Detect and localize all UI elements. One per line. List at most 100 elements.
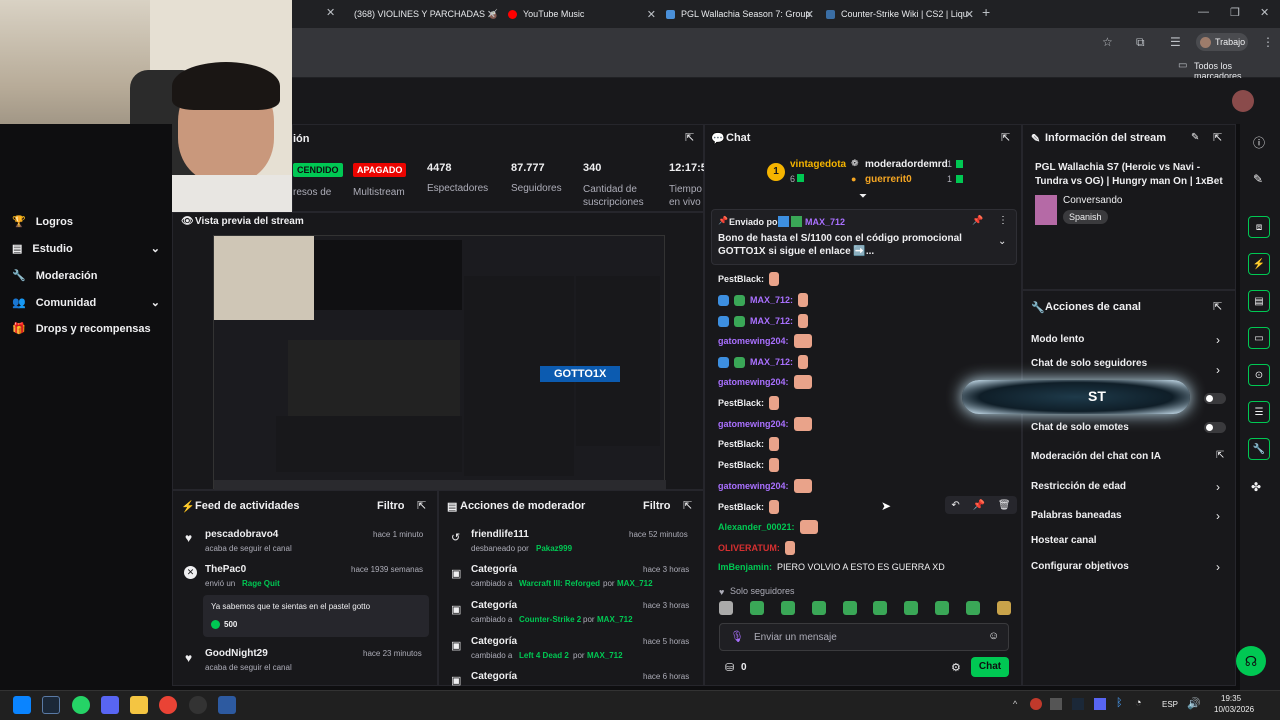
minimize-icon[interactable]: — — [1198, 6, 1209, 18]
leaderboard-user[interactable]: moderadordemrd — [865, 159, 948, 170]
action-banned-words[interactable]: Palabras baneadas — [1031, 510, 1122, 521]
sidebar-item-comunidad[interactable]: 👥 Comunidad ⌄ — [12, 296, 160, 310]
chat-username[interactable]: PestBlack: — [718, 398, 764, 408]
action-followers-only[interactable]: Chat de solo seguidores — [1031, 358, 1147, 369]
activity-link[interactable]: Rage Quit — [242, 579, 280, 588]
broadcast-icon[interactable]: ⊙ — [1248, 364, 1270, 386]
chat-send-button[interactable]: Chat — [971, 657, 1009, 677]
moderator-link[interactable]: MAX_712 — [597, 615, 633, 624]
star-icon[interactable]: ☆ — [1102, 35, 1113, 49]
chrome-icon[interactable] — [159, 696, 177, 714]
chat-username[interactable]: gatomewing204: — [718, 336, 789, 346]
close-icon[interactable]: ✕ — [805, 8, 814, 21]
chat-username[interactable]: Alexander_00021: — [718, 522, 795, 532]
chevron-up-icon[interactable]: ^ — [1013, 699, 1017, 709]
toggle-switch[interactable] — [1204, 422, 1226, 433]
settings-icon[interactable]: ⚙ — [951, 661, 961, 674]
chat-username[interactable]: gatomewing204: — [718, 419, 789, 429]
user-avatar[interactable] — [1232, 90, 1254, 112]
windows-start-icon[interactable] — [13, 696, 31, 714]
game-link[interactable]: Left 4 Dead 2 — [519, 651, 569, 660]
chat-username[interactable]: gatomewing204: — [718, 481, 789, 491]
modaction-user[interactable]: friendlife111 — [471, 529, 529, 540]
close-icon[interactable]: ✕ — [487, 8, 496, 21]
extensions-icon[interactable]: ✤ — [1251, 480, 1261, 494]
stream-video[interactable]: GOTTO1X — [213, 235, 666, 490]
filter-button[interactable]: Filtro — [643, 500, 671, 512]
list-icon[interactable]: ☰ — [1248, 401, 1270, 423]
chat-username[interactable]: MAX_712: — [750, 316, 793, 326]
browser-tab[interactable]: Counter-Strike Wiki | CS2 | Liqu ✕ — [826, 4, 974, 24]
reply-icon[interactable]: ↶ — [951, 500, 959, 511]
moderator-link[interactable]: MAX_712 — [587, 651, 623, 660]
chat-input[interactable]: 🎙 Enviar un mensaje ☺ — [719, 623, 1009, 651]
chat-username[interactable]: MAX_712: — [750, 357, 793, 367]
close-window-icon[interactable]: ✕ — [1260, 6, 1269, 19]
tab-search-icon[interactable]: ☰ — [1170, 35, 1181, 49]
wrench-icon[interactable]: 🔧 — [1248, 438, 1270, 460]
pinned-user[interactable]: MAX_712 — [805, 217, 845, 227]
chat-username[interactable]: MAX_712: — [750, 295, 793, 305]
activity-user[interactable]: GoodNight29 — [205, 648, 268, 659]
tray-icon[interactable] — [1072, 698, 1084, 710]
file-explorer-icon[interactable] — [130, 696, 148, 714]
trash-icon[interactable]: 🗑 — [998, 500, 1011, 511]
action-emote-only[interactable]: Chat de solo emotes — [1031, 422, 1129, 433]
sidebar-item-moderacion[interactable]: 🔧 Moderación — [12, 269, 97, 283]
emote-icon[interactable] — [780, 601, 795, 615]
collapse-icon[interactable]: ⏷ — [859, 191, 867, 202]
moderator-link[interactable]: Pakaz999 — [536, 544, 572, 553]
mic-icon[interactable]: 🎙 — [730, 630, 744, 643]
edit-icon[interactable]: ✎ — [1191, 132, 1199, 143]
profile-button[interactable]: Trabajo — [1196, 33, 1248, 51]
browser-tab[interactable]: PGL Wallachia Season 7: Group ✕ — [666, 4, 814, 24]
popout-icon[interactable]: ⇱ — [1213, 131, 1222, 144]
document-icon[interactable]: ▤ — [1248, 290, 1270, 312]
info-icon[interactable]: ⓘ — [1253, 134, 1265, 151]
chat-username[interactable]: ImBenjamin: — [718, 562, 772, 572]
emote-icon[interactable] — [966, 601, 980, 615]
app-icon[interactable] — [218, 696, 236, 714]
popout-icon[interactable]: ⇱ — [417, 499, 426, 512]
discord-icon[interactable] — [101, 696, 119, 714]
filter-button[interactable]: Filtro — [377, 500, 405, 512]
steam-icon[interactable] — [42, 696, 60, 714]
popout-icon[interactable]: ⇱ — [1213, 300, 1222, 313]
pin-icon[interactable]: 📌 — [972, 215, 983, 226]
leaderboard-user[interactable]: guerrerit0 — [865, 174, 912, 185]
tray-icon[interactable] — [1030, 698, 1042, 710]
activity-user[interactable]: ThePac0 — [205, 564, 246, 575]
channel-points-icon[interactable]: ⛁ — [725, 661, 734, 674]
chat-username[interactable]: PestBlack: — [718, 502, 764, 512]
emoji-icon[interactable]: ☺ — [988, 630, 999, 642]
wifi-icon[interactable]: ◔ — [1135, 697, 1142, 709]
pin-icon[interactable]: 📌 — [973, 500, 985, 511]
menu-icon[interactable]: ⋮ — [1262, 35, 1274, 49]
clock-time[interactable]: 19:35 — [1221, 694, 1241, 703]
pencil-icon[interactable]: ✎ — [1253, 172, 1263, 186]
chat-username[interactable]: gatomewing204: — [718, 377, 789, 387]
action-host-channel[interactable]: Hostear canal — [1031, 535, 1097, 546]
emote-icon[interactable] — [719, 601, 733, 615]
toggle-switch[interactable] — [1204, 393, 1226, 404]
clock-date[interactable]: 10/03/2026 — [1214, 705, 1254, 714]
sidebar-item-estudio[interactable]: ▤ Estudio ⌄ — [12, 242, 160, 256]
action-slow-mode[interactable]: Modo lento — [1031, 334, 1084, 345]
chat-username[interactable]: PestBlack: — [718, 274, 764, 284]
more-icon[interactable]: ⋮ — [998, 215, 1008, 226]
emote-icon[interactable] — [873, 601, 888, 615]
emote-icon[interactable] — [749, 601, 764, 615]
browser-tab[interactable]: YouTube Music ✕ — [508, 4, 656, 24]
sidebar-item-drops[interactable]: 🎁 Drops y recompensas — [12, 322, 151, 336]
action-age-restriction[interactable]: Restricción de edad — [1031, 481, 1126, 492]
emote-icon[interactable] — [904, 601, 919, 615]
emote-icon[interactable] — [996, 601, 1011, 615]
close-icon[interactable]: ✕ — [965, 8, 974, 21]
popout-icon[interactable]: ⇱ — [1001, 131, 1010, 144]
activity-user[interactable]: pescadobravo4 — [205, 529, 278, 540]
stream-category[interactable]: Conversando — [1063, 195, 1122, 206]
close-icon[interactable]: ✕ — [647, 8, 656, 21]
emote-icon[interactable] — [935, 601, 950, 615]
whatsapp-icon[interactable] — [72, 696, 90, 714]
language-indicator[interactable]: ESP — [1162, 700, 1178, 709]
